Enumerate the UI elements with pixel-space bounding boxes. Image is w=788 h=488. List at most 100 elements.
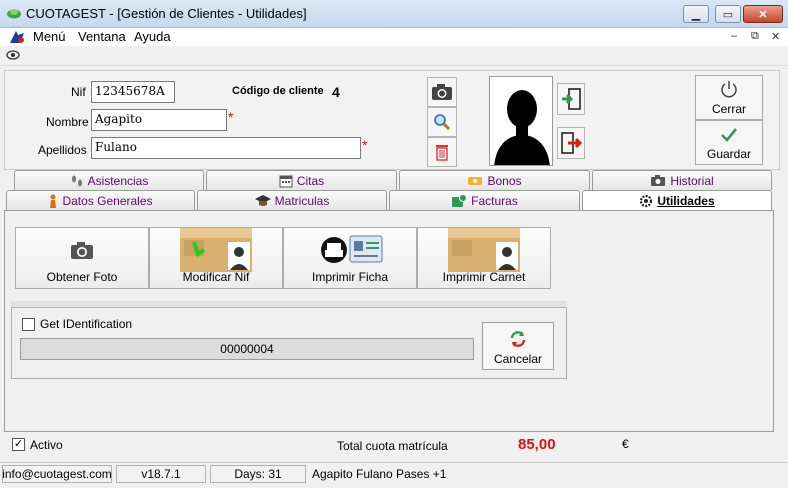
- mdi-minimize-icon[interactable]: ‒: [731, 30, 737, 42]
- nombre-required-mark: *: [228, 109, 234, 125]
- tab-bonos[interactable]: Bonos: [399, 170, 590, 190]
- apellidos-input[interactable]: Fulano: [91, 137, 361, 159]
- activo-checkbox[interactable]: ✓: [12, 438, 25, 451]
- close-icon: ✕: [758, 8, 768, 21]
- trash-icon: [436, 145, 448, 161]
- mdi-restore-icon[interactable]: ⧉: [751, 30, 759, 43]
- camera-icon: [432, 84, 452, 100]
- tab-matriculas-label: Matriculas: [274, 193, 330, 208]
- currency-symbol: €: [622, 437, 629, 451]
- totals-bar: ✓ Activo Total cuota matrícula €: [0, 436, 788, 456]
- title-bar: CUOTAGEST - [Gestión de Clientes - Utili…: [0, 0, 788, 28]
- ticket-icon: [468, 176, 483, 185]
- codigo-cliente-label: Código de cliente: [232, 85, 324, 97]
- nombre-label: Nombre: [46, 115, 89, 129]
- invoice-money-icon: [452, 193, 468, 207]
- import-photo-button[interactable]: [557, 83, 585, 115]
- save-label: Guardar: [706, 147, 752, 161]
- imprimir-ficha-button[interactable]: Imprimir Ficha: [283, 227, 417, 289]
- tab-citas[interactable]: Citas: [206, 170, 397, 190]
- id-card-icon: [180, 228, 252, 272]
- export-photo-button[interactable]: [557, 127, 585, 159]
- camera-button[interactable]: [427, 77, 457, 107]
- menu-bar: Menú Ventana Ayuda ‒ ⧉ ✕: [0, 28, 788, 46]
- client-photo: [489, 76, 553, 166]
- menu-menu[interactable]: Menú: [33, 29, 66, 44]
- window-title: CUOTAGEST - [Gestión de Clientes - Utili…: [26, 6, 307, 21]
- tab-utilidades-label: Utilidades: [657, 194, 715, 208]
- client-header-panel: Nif 12345678A Código de cliente 4 Nombre…: [4, 70, 780, 170]
- tab-datos-generales-label: Datos Generales: [62, 193, 153, 208]
- status-email: info@cuotagest.com: [2, 465, 112, 483]
- get-identification-label: Get IDentification: [40, 317, 133, 331]
- modificar-nif-label: Modificar Nif: [182, 270, 250, 284]
- cancel-identification-button[interactable]: Cancelar: [482, 322, 554, 370]
- import-icon: [562, 88, 581, 110]
- imprimir-carnet-label: Imprimir Carnet: [442, 270, 526, 284]
- total-cuota-label: Total cuota matrícula: [337, 439, 448, 453]
- nombre-input[interactable]: Agapito: [91, 109, 227, 131]
- close-client-label: Cerrar: [711, 102, 746, 116]
- tab-historial[interactable]: Historial: [592, 170, 772, 190]
- tab-facturas-label: Facturas: [471, 193, 518, 208]
- codigo-cliente-value: 4: [332, 84, 340, 100]
- cancel-label: Cancelar: [493, 352, 543, 366]
- tool-strip: [0, 46, 788, 66]
- camera-icon: [71, 242, 93, 259]
- minimize-button[interactable]: ▁: [683, 5, 709, 23]
- apellidos-required-mark: *: [362, 137, 368, 153]
- maximize-button[interactable]: ▭: [715, 5, 741, 23]
- export-icon: [561, 132, 582, 154]
- gear-icon: [640, 194, 653, 208]
- tab-matriculas[interactable]: Matriculas: [197, 190, 387, 210]
- status-bar: info@cuotagest.com v18.7.1 Days: 31 Agap…: [0, 462, 788, 484]
- refresh-icon: [510, 331, 526, 347]
- checkmark-icon: [721, 128, 738, 142]
- tab-asistencias[interactable]: Asistencias: [14, 170, 204, 190]
- obtener-foto-button[interactable]: Obtener Foto: [15, 227, 149, 289]
- footprints-icon: [71, 175, 82, 186]
- menu-ventana[interactable]: Ventana: [78, 29, 126, 44]
- save-button[interactable]: Guardar: [695, 120, 763, 165]
- mdi-close-icon[interactable]: ✕: [771, 30, 780, 43]
- eye-icon[interactable]: [6, 49, 20, 61]
- get-identification-checkbox[interactable]: [22, 318, 35, 331]
- minimize-icon: ▁: [691, 8, 701, 21]
- nif-label: Nif: [71, 85, 86, 99]
- zoom-photo-button[interactable]: [427, 107, 457, 137]
- graduation-cap-icon: [254, 194, 271, 206]
- tab-utilidades[interactable]: Utilidades: [582, 190, 772, 211]
- close-window-button[interactable]: ✕: [743, 5, 783, 23]
- magnifier-icon: [434, 114, 451, 131]
- tab-datos-generales[interactable]: Datos Generales: [6, 190, 195, 210]
- tab-citas-label: Citas: [296, 173, 325, 188]
- status-user-info: Agapito Fulano Pases +1: [312, 467, 447, 481]
- tab-historial-label: Historial: [670, 173, 714, 188]
- identification-value-field: 00000004: [20, 338, 474, 360]
- utilidades-panel: Obtener Foto Modificar Nif Imprimir Fich…: [4, 210, 774, 432]
- close-client-button[interactable]: Cerrar: [695, 75, 763, 120]
- activo-label: Activo: [30, 438, 63, 452]
- imprimir-ficha-label: Imprimir Ficha: [311, 270, 388, 284]
- power-icon: [721, 81, 737, 98]
- obtener-foto-label: Obtener Foto: [46, 270, 118, 284]
- camera-small-icon: [651, 175, 666, 186]
- status-days: Days: 31: [210, 465, 306, 483]
- total-cuota-value: 85,00: [518, 436, 556, 453]
- print-card-icon: [321, 235, 383, 263]
- apellidos-label: Apellidos: [38, 143, 87, 157]
- menu-ayuda[interactable]: Ayuda: [134, 29, 171, 44]
- tab-asistencias-label: Asistencias: [87, 173, 149, 188]
- tab-bonos-label: Bonos: [487, 173, 522, 188]
- get-identification-panel: Get IDentification 00000004 Cancelar: [11, 307, 567, 379]
- tab-facturas[interactable]: Facturas: [389, 190, 580, 210]
- maximize-icon: ▭: [722, 8, 734, 21]
- imprimir-carnet-button[interactable]: Imprimir Carnet: [417, 227, 551, 289]
- person-silhouette-icon: [494, 90, 550, 165]
- app-menu-icon[interactable]: [8, 29, 26, 45]
- nif-input[interactable]: 12345678A: [91, 81, 175, 103]
- modificar-nif-button[interactable]: Modificar Nif: [149, 227, 283, 289]
- calendar-icon: [279, 175, 293, 187]
- delete-photo-button[interactable]: [427, 137, 457, 167]
- person-orange-icon: [50, 194, 57, 208]
